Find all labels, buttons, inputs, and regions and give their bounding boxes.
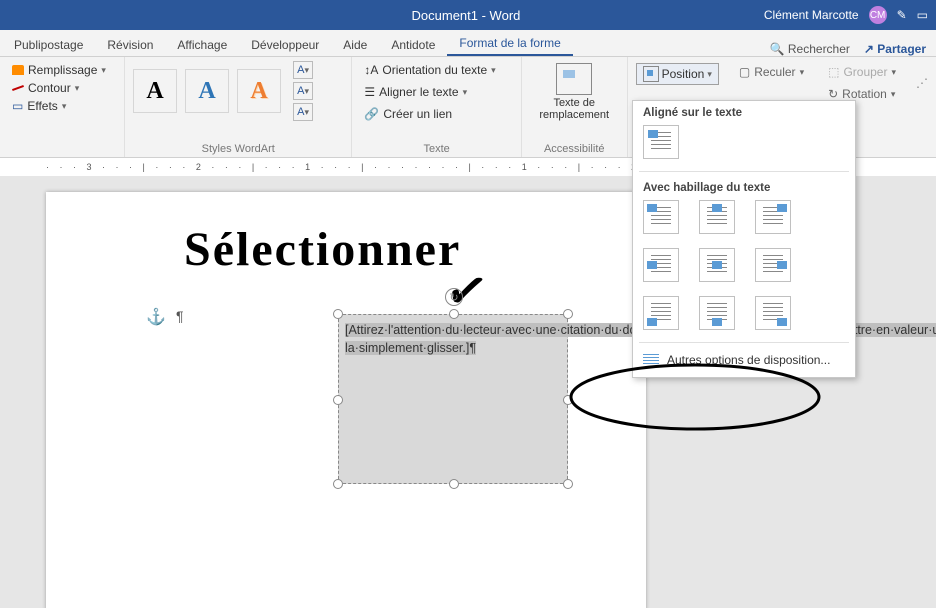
- contour-button[interactable]: Contour▾: [8, 79, 116, 97]
- tab-developpeur[interactable]: Développeur: [239, 34, 331, 56]
- position-middle-left[interactable]: [643, 248, 679, 282]
- resize-handle[interactable]: [333, 309, 343, 319]
- search-button[interactable]: 🔍 Rechercher: [770, 42, 850, 56]
- orientation-icon: ↕A: [364, 63, 378, 77]
- position-top-right[interactable]: [755, 200, 791, 234]
- text-fill-button[interactable]: A▾: [293, 61, 313, 79]
- grouper-button: ⬚Grouper▾: [824, 63, 900, 81]
- align-icon: ☰: [364, 85, 375, 99]
- tab-revision[interactable]: Révision: [95, 34, 165, 56]
- text-outline-button[interactable]: A▾: [293, 82, 313, 100]
- position-bottom-right[interactable]: [755, 296, 791, 330]
- tab-publipostage[interactable]: Publipostage: [2, 34, 95, 56]
- position-middle-right[interactable]: [755, 248, 791, 282]
- dropdown-section-inline: Aligné sur le texte: [633, 101, 855, 121]
- position-bottom-left[interactable]: [643, 296, 679, 330]
- fill-icon: [12, 65, 24, 75]
- resize-handle[interactable]: [333, 395, 343, 405]
- position-inline[interactable]: [643, 125, 679, 159]
- resize-handle[interactable]: [449, 309, 459, 319]
- group-label-accessibilite: Accessibilité: [530, 143, 619, 157]
- position-icon: [643, 66, 659, 82]
- effects-icon: ▭: [12, 99, 23, 113]
- group-label-wordart: Styles WordArt: [133, 143, 343, 157]
- link-icon: 🔗: [364, 107, 379, 121]
- wordart-style-1[interactable]: A: [133, 69, 177, 113]
- resize-handle[interactable]: [563, 309, 573, 319]
- orientation-texte-button[interactable]: ↕AOrientation du texte▾: [360, 61, 512, 79]
- alt-text-icon: [556, 63, 592, 95]
- wordart-style-2[interactable]: A: [185, 69, 229, 113]
- tab-aide[interactable]: Aide: [331, 34, 379, 56]
- user-name[interactable]: Clément Marcotte: [764, 8, 859, 22]
- send-back-icon: ▢: [739, 65, 750, 79]
- group-label-styles-forme: [8, 143, 116, 157]
- ribbon-tabs: Publipostage Révision Affichage Développ…: [0, 30, 936, 57]
- dropdown-section-wrap: Avec habillage du texte: [633, 176, 855, 196]
- position-top-left[interactable]: [643, 200, 679, 234]
- effets-button[interactable]: ▭Effets▾: [8, 97, 116, 115]
- position-middle-center[interactable]: [699, 248, 735, 282]
- tab-format-forme[interactable]: Format de la forme: [447, 32, 572, 56]
- wordart-style-3[interactable]: A: [237, 69, 281, 113]
- position-top-center[interactable]: [699, 200, 735, 234]
- group-label-texte: Texte: [360, 143, 512, 157]
- rotate-handle[interactable]: ↻: [445, 288, 463, 306]
- position-dropdown: Aligné sur le texte Avec habillage du te…: [632, 100, 856, 378]
- handwriting-selectionner: Sélectionner: [184, 222, 461, 277]
- size-launcher-icon[interactable]: ⋰: [916, 76, 928, 90]
- position-bottom-center[interactable]: [699, 296, 735, 330]
- group-icon: ⬚: [828, 65, 839, 79]
- tab-affichage[interactable]: Affichage: [165, 34, 239, 56]
- draw-icon[interactable]: ✎: [897, 8, 907, 22]
- title-bar: Document1 - Word Clément Marcotte CM ✎ ▭: [0, 0, 936, 30]
- resize-handle[interactable]: [333, 479, 343, 489]
- autres-options-disposition[interactable]: Autres options de disposition...: [633, 347, 855, 373]
- position-button[interactable]: Position▾: [636, 63, 719, 85]
- anchor-icon: ⚓: [146, 307, 166, 327]
- share-button[interactable]: ↗ Partager: [864, 42, 926, 56]
- textbox-selection[interactable]: ↻ [Attirez·l'attention·du·lecteur·avec·u…: [338, 314, 568, 484]
- pilcrow-mark: ¶: [176, 308, 184, 324]
- alt-text-button[interactable]: Texte de remplacement: [530, 97, 619, 121]
- resize-handle[interactable]: [563, 395, 573, 405]
- outline-icon: [12, 85, 24, 91]
- resize-handle[interactable]: [449, 479, 459, 489]
- text-effects-button[interactable]: A▾: [293, 103, 313, 121]
- layout-options-icon: [643, 354, 659, 366]
- creer-lien-button[interactable]: 🔗Créer un lien: [360, 105, 512, 123]
- document-title: Document1 - Word: [168, 8, 764, 23]
- rotate-icon: ↻: [828, 87, 838, 101]
- remplissage-button[interactable]: Remplissage▾: [8, 61, 116, 79]
- user-avatar[interactable]: CM: [869, 6, 887, 24]
- tab-antidote[interactable]: Antidote: [379, 34, 447, 56]
- resize-handle[interactable]: [563, 479, 573, 489]
- aligner-texte-button[interactable]: ☰Aligner le texte▾: [360, 83, 512, 101]
- page[interactable]: Sélectionner ✓ ⚓ ¶ ↻ [Attirez·l'attentio…: [46, 192, 646, 608]
- textbox-content[interactable]: [Attirez·l'attention·du·lecteur·avec·une…: [338, 314, 568, 484]
- reculer-button[interactable]: ▢Reculer▾: [735, 63, 808, 81]
- ribbon-display-icon[interactable]: ▭: [917, 8, 928, 22]
